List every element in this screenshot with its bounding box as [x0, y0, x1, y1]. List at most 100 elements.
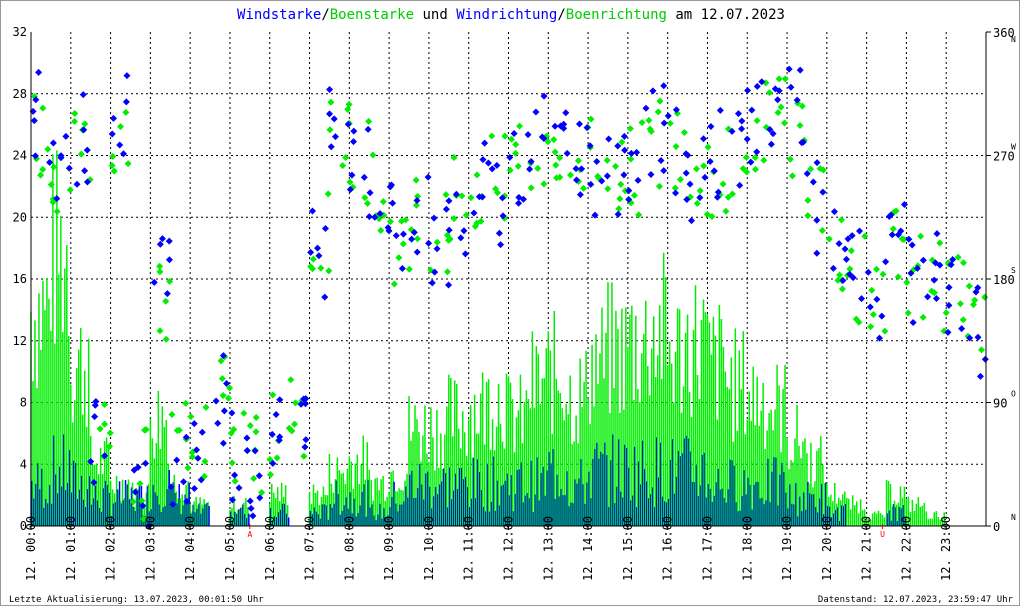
direction-point [532, 108, 540, 116]
direction-point [930, 276, 938, 284]
direction-point [35, 68, 43, 76]
direction-point [428, 279, 436, 287]
left-tick-label: 28 [13, 87, 27, 101]
direction-point [433, 245, 441, 253]
direction-point [924, 293, 932, 301]
direction-point [766, 89, 774, 97]
direction-point [413, 248, 421, 256]
direction-point [124, 160, 132, 168]
direction-point [71, 117, 79, 125]
direction-point [956, 300, 964, 308]
direction-point [719, 180, 727, 188]
direction-point [243, 447, 251, 455]
direction-point [101, 420, 109, 428]
direction-point [626, 125, 634, 133]
direction-point [716, 106, 724, 114]
direction-point [331, 133, 339, 141]
direction-point [775, 75, 783, 83]
direction-point [534, 164, 542, 172]
right-tick-label: 270 [993, 150, 1015, 164]
direction-point [917, 232, 925, 240]
direction-point [479, 156, 487, 164]
direction-point [686, 180, 694, 188]
direction-point [165, 256, 173, 264]
direction-point [350, 127, 358, 135]
direction-point [813, 249, 821, 257]
direction-point [774, 109, 782, 117]
direction-point [363, 199, 371, 207]
direction-point [327, 98, 335, 106]
title-part: am 12.07.2023 [667, 7, 785, 23]
direction-point [365, 117, 373, 125]
direction-point [804, 212, 812, 220]
direction-point [633, 148, 641, 156]
direction-point [785, 65, 793, 73]
direction-point [252, 413, 260, 421]
direction-point [866, 303, 874, 311]
direction-point [868, 286, 876, 294]
direction-point [235, 484, 243, 492]
title-part: / [321, 7, 329, 23]
direction-point [231, 471, 239, 479]
direction-point [760, 156, 768, 164]
direction-point [156, 268, 164, 276]
direction-point [932, 294, 940, 302]
direction-point [753, 82, 761, 90]
direction-point [497, 241, 505, 249]
direction-point [958, 325, 966, 333]
direction-point [978, 346, 986, 354]
direction-point [621, 146, 629, 154]
direction-point [182, 399, 190, 407]
direction-point [787, 83, 795, 91]
direction-point [405, 265, 413, 273]
direction-point [39, 166, 47, 174]
direction-point [488, 132, 496, 140]
direction-point [444, 268, 452, 276]
direction-point [981, 293, 989, 301]
direction-point [214, 419, 222, 427]
direction-point [627, 149, 635, 157]
direction-point [574, 157, 582, 165]
direction-point [919, 313, 927, 321]
direction-point [65, 164, 73, 172]
direction-point [514, 162, 522, 170]
direction-point [873, 265, 881, 273]
direction-point [39, 104, 47, 112]
direction-point [680, 129, 688, 137]
direction-point [386, 218, 394, 226]
direction-point [660, 82, 668, 90]
direction-point [324, 190, 332, 198]
direction-point [162, 335, 170, 343]
direction-point [273, 454, 281, 462]
direction-point [240, 409, 248, 417]
direction-point [156, 240, 164, 248]
direction-point [379, 198, 387, 206]
direction-point [83, 146, 91, 154]
direction-point [180, 478, 188, 486]
direction-point [168, 411, 176, 419]
direction-point [700, 135, 708, 143]
wind-chart: Windstarke/Boenstarke und Windrichtung/B… [0, 0, 1020, 606]
direction-point [974, 333, 982, 341]
direction-point [80, 126, 88, 134]
direction-point [742, 153, 750, 161]
direction-point [603, 172, 611, 180]
sun-marker-label: A [247, 530, 252, 539]
direction-point [734, 110, 742, 118]
direction-point [604, 185, 612, 193]
direction-point [656, 97, 664, 105]
direction-point [593, 158, 601, 166]
direction-point [37, 171, 45, 179]
direction-point [119, 150, 127, 158]
direction-point [365, 213, 373, 221]
direction-point [442, 191, 450, 199]
direction-point [317, 264, 325, 272]
title-part: / [557, 7, 565, 23]
direction-point [106, 429, 114, 437]
direction-point [108, 130, 116, 138]
direction-point [777, 103, 785, 111]
direction-point [495, 229, 503, 237]
direction-point [796, 121, 804, 129]
direction-point [430, 214, 438, 222]
direction-point [79, 91, 87, 99]
